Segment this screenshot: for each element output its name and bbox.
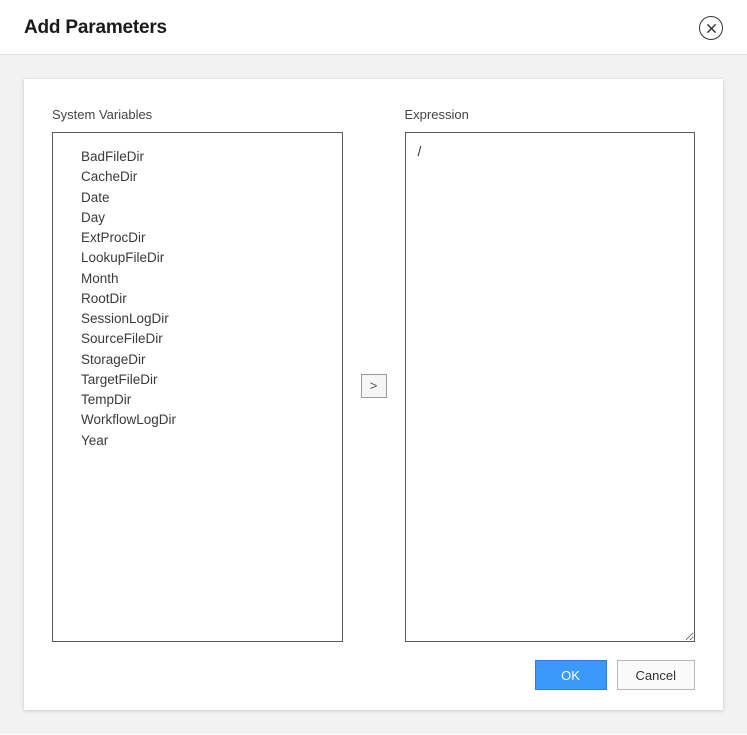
system-variables-column: System Variables BadFileDirCacheDirDateD… — [52, 107, 343, 642]
list-item[interactable]: SourceFileDir — [81, 329, 342, 349]
list-item[interactable]: Year — [81, 431, 342, 451]
list-item[interactable]: StorageDir — [81, 350, 342, 370]
close-icon — [706, 23, 717, 34]
list-item[interactable]: WorkflowLogDir — [81, 410, 342, 430]
list-item[interactable]: BadFileDir — [81, 147, 342, 167]
list-item[interactable]: TargetFileDir — [81, 370, 342, 390]
list-item[interactable]: SessionLogDir — [81, 309, 342, 329]
dialog-title: Add Parameters — [24, 17, 167, 39]
ok-button[interactable]: OK — [535, 660, 607, 690]
list-item[interactable]: CacheDir — [81, 167, 342, 187]
system-variables-listbox[interactable]: BadFileDirCacheDirDateDayExtProcDirLooku… — [52, 132, 343, 642]
list-item[interactable]: RootDir — [81, 289, 342, 309]
system-variables-label: System Variables — [52, 107, 343, 122]
cancel-button[interactable]: Cancel — [617, 660, 695, 690]
transfer-right-button[interactable]: > — [361, 374, 387, 398]
list-item[interactable]: ExtProcDir — [81, 228, 342, 248]
list-item[interactable]: Month — [81, 269, 342, 289]
expression-label: Expression — [405, 107, 696, 122]
dialog-panel: System Variables BadFileDirCacheDirDateD… — [24, 79, 723, 710]
dialog-header: Add Parameters — [0, 0, 747, 55]
list-item[interactable]: TempDir — [81, 390, 342, 410]
columns-container: System Variables BadFileDirCacheDirDateD… — [52, 107, 695, 642]
expression-textarea[interactable] — [405, 132, 696, 642]
dialog-backdrop: System Variables BadFileDirCacheDirDateD… — [0, 55, 747, 734]
list-item[interactable]: Date — [81, 188, 342, 208]
list-item[interactable]: Day — [81, 208, 342, 228]
expression-column: Expression — [405, 107, 696, 642]
close-button[interactable] — [699, 16, 723, 40]
list-item[interactable]: LookupFileDir — [81, 248, 342, 268]
transfer-column: > — [343, 129, 405, 642]
dialog-button-row: OK Cancel — [52, 660, 695, 690]
